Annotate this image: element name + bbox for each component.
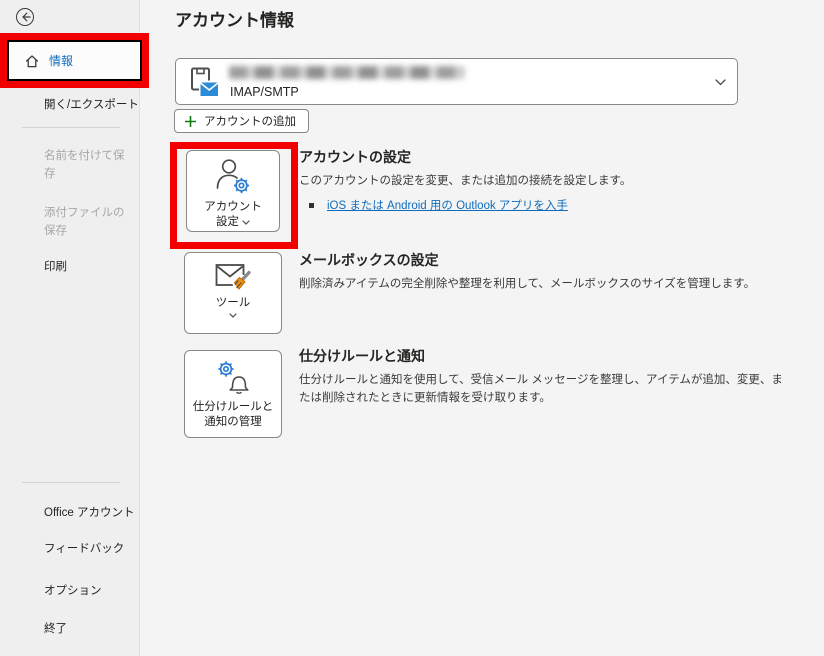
section-body: このアカウントの設定を変更、または追加の接続を設定します。 [299,172,785,190]
sidebar-item-save-attachments: 添付ファイルの保存 [44,204,134,240]
tile-label-line: 設定 [216,215,239,230]
section-body: 削除済みアイテムの完全削除や整理を利用して、メールボックスのサイズを管理します。 [299,275,785,293]
mailbox-account-icon [190,66,220,99]
annotation-box-info: 情報 [0,33,149,88]
sidebar-item-exit[interactable]: 終了 [44,620,134,638]
home-icon [24,53,40,69]
bullet-icon [309,203,314,208]
envelope-broom-icon [214,262,252,294]
account-protocol-label: IMAP/SMTP [230,85,299,99]
person-gear-icon [213,156,253,198]
mailbox-tools-button[interactable]: ツール [184,252,282,334]
outlook-backstage-window: 開く/エクスポート 名前を付けて保存 添付ファイルの保存 印刷 Office ア… [0,0,824,656]
get-outlook-app-link[interactable]: iOS または Android 用の Outlook アプリを入手 [327,197,568,213]
sidebar-item-feedback[interactable]: フィードバック [44,540,134,558]
add-account-label: アカウントの追加 [204,113,296,129]
sidebar-item-options[interactable]: オプション [44,582,134,600]
mailbox-settings-section: メールボックスの設定 削除済みアイテムの完全削除や整理を利用して、メールボックス… [299,251,785,293]
section-heading: アカウントの設定 [299,148,785,166]
sidebar-divider [22,482,120,483]
chevron-down-icon [229,313,237,318]
rules-alerts-button[interactable]: 仕分けルールと 通知の管理 [184,350,282,438]
tile-label-line: ツール [216,296,251,311]
sidebar-item-info[interactable]: 情報 [7,40,142,81]
section-heading: メールボックスの設定 [299,251,785,269]
sidebar: 開く/エクスポート 名前を付けて保存 添付ファイルの保存 印刷 Office ア… [0,0,140,656]
sidebar-item-open-export[interactable]: 開く/エクスポート [44,96,134,114]
chevron-down-icon [242,220,250,225]
account-settings-button[interactable]: アカウント 設定 [186,150,280,232]
tile-label-line: 通知の管理 [204,415,262,430]
main-panel: アカウント情報 IMAP/SMTP アカウントの追加 [140,0,824,656]
back-arrow-icon [20,12,31,22]
sidebar-item-info-label: 情報 [49,52,73,69]
account-email-redacted [229,66,464,79]
rules-alerts-section: 仕分けルールと通知 仕分けルールと通知を使用して、受信メール メッセージを整理し… [299,347,785,407]
tile-label-line: 仕分けルールと [193,400,274,415]
sidebar-divider [22,127,120,128]
account-settings-section: アカウントの設定 このアカウントの設定を変更、または追加の接続を設定します。 i… [299,148,785,213]
account-selector-dropdown[interactable]: IMAP/SMTP [175,58,738,105]
tile-label-line: アカウント [204,200,262,215]
page-title: アカウント情報 [175,9,294,33]
section-heading: 仕分けルールと通知 [299,347,785,365]
plus-icon [184,115,197,128]
back-button[interactable] [16,8,34,26]
gear-bell-icon [213,358,253,398]
sidebar-item-office-account[interactable]: Office アカウント [44,504,134,522]
sidebar-item-print[interactable]: 印刷 [44,258,134,276]
add-account-button[interactable]: アカウントの追加 [174,109,309,133]
section-body: 仕分けルールと通知を使用して、受信メール メッセージを整理し、アイテムが追加、変… [299,371,785,407]
sidebar-item-save-as: 名前を付けて保存 [44,147,134,183]
chevron-down-icon [715,79,726,86]
